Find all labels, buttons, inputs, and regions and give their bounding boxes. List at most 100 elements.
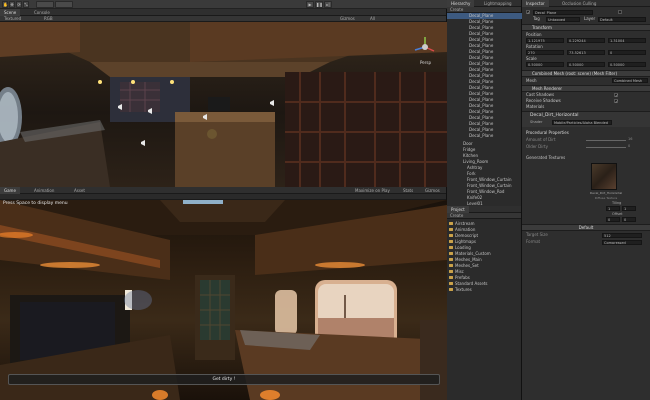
pause-button-icon[interactable]: ❚❚ — [315, 1, 323, 8]
scene-panel: Scene Console Textured RGB Gizmos All Pe… — [0, 9, 447, 187]
tab-animation[interactable]: Animation — [30, 187, 58, 194]
pivot-toggle[interactable] — [36, 1, 54, 8]
hierarchy-item[interactable]: Decal_Plane — [447, 133, 522, 139]
project-tabstrip: Project — [447, 206, 521, 213]
transform-header[interactable]: Transform — [522, 24, 650, 31]
game-viewport[interactable]: Press Space to display menu Get dirty ! — [0, 200, 447, 400]
texture-thumbnail[interactable] — [591, 163, 617, 190]
project-folder-label: Textures — [455, 287, 472, 292]
tab-project[interactable]: Project — [447, 206, 469, 213]
default-section-header[interactable]: Default — [522, 224, 650, 231]
tab-occlusion-culling[interactable]: Occlusion Culling — [558, 0, 600, 7]
mesh-label: Mesh — [526, 78, 537, 83]
tab-scene[interactable]: Scene — [0, 9, 21, 16]
project-folder-label: Lightmaps — [455, 239, 476, 244]
move-tool-icon[interactable]: ✥ — [9, 1, 15, 8]
tab-game-label: Game — [4, 188, 16, 193]
target-size-dropdown[interactable]: 512 — [602, 233, 642, 238]
game-render — [0, 200, 447, 400]
tag-dropdown[interactable]: Untagged — [546, 17, 580, 22]
global-toggle[interactable] — [55, 1, 73, 8]
position-z-field[interactable]: 1.31004 — [608, 38, 646, 43]
scene-viewport[interactable]: Persp — [0, 22, 447, 187]
get-dirty-button[interactable]: Get dirty ! — [8, 374, 440, 385]
static-checkbox[interactable] — [618, 10, 622, 14]
position-x-field[interactable]: 1.121975 — [526, 38, 564, 43]
offset-x-field[interactable]: 0 — [606, 217, 620, 222]
tab-lightmapping[interactable]: Lightmapping — [480, 0, 516, 7]
tiling-y-field[interactable]: 1 — [622, 206, 636, 211]
scale-x-field[interactable]: 0.50000 — [526, 62, 564, 67]
persp-label[interactable]: Persp — [420, 60, 431, 65]
stats-toggle[interactable]: Stats — [403, 188, 413, 193]
mesh-renderer-header[interactable]: Mesh Renderer — [522, 85, 650, 92]
play-button-icon[interactable]: ▶ — [306, 1, 314, 8]
shader-dropdown[interactable]: Mobile/Particles/Alpha Blended — [552, 120, 612, 125]
maximize-on-play-toggle[interactable]: Maximize on Play — [355, 188, 390, 193]
folder-icon — [449, 258, 453, 261]
receive-shadows-checkbox[interactable]: ✓ — [614, 99, 618, 104]
amount-of-dirt-value: 16 — [628, 137, 633, 141]
cast-shadows-checkbox[interactable]: ✓ — [614, 93, 618, 98]
offset-label: Offset — [612, 212, 623, 216]
hand-tool-icon[interactable]: ✋ — [2, 1, 8, 8]
project-folder-label: Meshes_Set — [455, 263, 479, 268]
rotation-y-field[interactable]: 73.52613 — [567, 50, 605, 55]
inspector-tabstrip: Inspector Occlusion Culling — [522, 0, 650, 7]
tab-hierarchy-label: Hierarchy — [451, 1, 471, 6]
tab-occlusion-label: Occlusion Culling — [562, 1, 597, 6]
project-folder-label: Materials_Custom — [455, 251, 491, 256]
mesh-filter-header[interactable]: Combined Mesh (root: scene) (Mesh Filter… — [522, 70, 650, 77]
format-label: Format — [526, 239, 541, 244]
tab-hierarchy[interactable]: Hierarchy — [447, 0, 475, 7]
materials-label: Materials — [526, 104, 545, 109]
project-toolbar: Create — [447, 213, 521, 219]
object-active-checkbox[interactable]: ✓ — [526, 10, 530, 15]
scale-z-field[interactable]: 0.50000 — [608, 62, 646, 67]
game-panel: Game Animation Asset Maximize on Play St… — [0, 187, 447, 400]
older-dirty-slider[interactable] — [586, 147, 626, 148]
project-panel: Project Create Airstream Animation Demoscr… — [447, 206, 522, 400]
tiling-x-field[interactable]: 1 — [606, 206, 620, 211]
mesh-filter-title: Combined Mesh (root: scene) (Mesh Filter… — [532, 71, 617, 76]
scale-tool-icon[interactable]: ⤡ — [23, 1, 29, 8]
scale-y-field[interactable]: 0.50000 — [567, 62, 605, 67]
older-dirty-value: 0 — [628, 144, 631, 148]
project-folder[interactable]: Textures — [447, 287, 522, 293]
amount-of-dirt-label: Amount of Dirt — [526, 137, 556, 142]
folder-icon — [449, 276, 453, 279]
step-button-icon[interactable]: ▸| — [324, 1, 332, 8]
folder-icon — [449, 228, 453, 231]
tab-game[interactable]: Game — [0, 187, 20, 194]
mesh-field[interactable]: Combined Mesh — [612, 78, 648, 83]
game-hint-text: Press Space to display menu — [3, 201, 68, 206]
layer-dropdown[interactable]: Default — [598, 17, 646, 22]
folder-icon — [449, 234, 453, 237]
offset-y-field[interactable]: 0 — [622, 217, 636, 222]
project-folder-label: Meshes_Main — [455, 257, 482, 262]
material-header[interactable]: Decal_Dirt_Horizontal Shader Mobile/Part… — [522, 111, 650, 127]
tab-console[interactable]: Console — [30, 9, 54, 16]
material-title: Decal_Dirt_Horizontal — [530, 113, 579, 118]
texture-sub-label: Diffuse Texture — [594, 196, 618, 200]
tab-lightmapping-label: Lightmapping — [484, 1, 512, 6]
folder-icon — [449, 240, 453, 243]
tab-asset-label: Asset — [74, 188, 85, 193]
folder-icon — [449, 282, 453, 285]
object-name-field[interactable]: Decal_Plane — [533, 10, 593, 15]
tab-inspector[interactable]: Inspector — [522, 0, 549, 7]
folder-icon — [449, 252, 453, 255]
inspector-panel: Inspector Occlusion Culling ✓ Decal_Plan… — [522, 0, 650, 400]
rotate-tool-icon[interactable]: ⟳ — [16, 1, 22, 8]
project-create-button[interactable]: Create — [450, 213, 463, 219]
format-dropdown[interactable]: Compressed — [602, 240, 642, 245]
rotation-x-field[interactable]: 270 — [526, 50, 564, 55]
amount-of-dirt-slider[interactable] — [586, 140, 626, 141]
game-gizmos-toggle[interactable]: Gizmos — [425, 188, 440, 193]
tab-scene-label: Scene — [4, 10, 17, 15]
hierarchy-tabstrip: Hierarchy Lightmapping — [447, 0, 521, 7]
rotation-z-field[interactable]: 0 — [608, 50, 646, 55]
tab-asset[interactable]: Asset — [70, 187, 89, 194]
folder-icon — [449, 246, 453, 249]
position-y-field[interactable]: 0.229244 — [567, 38, 605, 43]
